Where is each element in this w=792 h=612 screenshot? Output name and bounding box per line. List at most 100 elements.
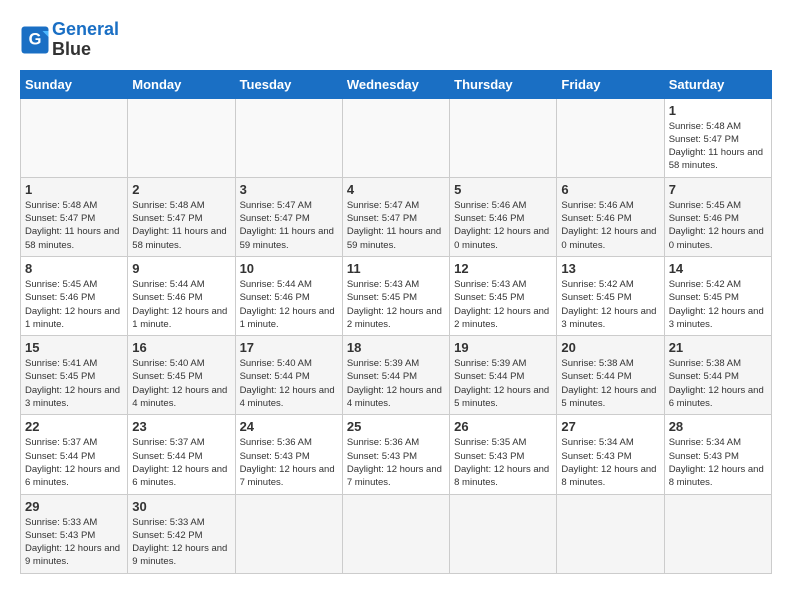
logo-icon: G: [20, 25, 50, 55]
header-saturday: Saturday: [664, 70, 771, 98]
day-info: Sunrise: 5:43 AM Sunset: 5:45 PM Dayligh…: [454, 278, 552, 331]
sunset-label: Sunset: 5:44 PM: [454, 371, 524, 382]
sunrise-label: Sunrise: 5:43 AM: [347, 279, 419, 290]
sunrise-label: Sunrise: 5:39 AM: [347, 358, 419, 369]
sunset-label: Sunset: 5:44 PM: [669, 371, 739, 382]
day-number: 14: [669, 261, 767, 276]
sunset-label: Sunset: 5:44 PM: [561, 371, 631, 382]
calendar-day-cell: 13 Sunrise: 5:42 AM Sunset: 5:45 PM Dayl…: [557, 256, 664, 335]
sunset-label: Sunset: 5:46 PM: [561, 213, 631, 224]
calendar-day-cell: [450, 494, 557, 573]
sunrise-label: Sunrise: 5:40 AM: [240, 358, 312, 369]
calendar-day-cell: [664, 494, 771, 573]
sunrise-label: Sunrise: 5:37 AM: [25, 437, 97, 448]
day-number: 8: [25, 261, 123, 276]
calendar-day-cell: 20 Sunrise: 5:38 AM Sunset: 5:44 PM Dayl…: [557, 336, 664, 415]
day-number: 30: [132, 499, 230, 514]
day-info: Sunrise: 5:47 AM Sunset: 5:47 PM Dayligh…: [347, 199, 445, 252]
day-number: 11: [347, 261, 445, 276]
calendar-day-cell: 6 Sunrise: 5:46 AM Sunset: 5:46 PM Dayli…: [557, 177, 664, 256]
header-sunday: Sunday: [21, 70, 128, 98]
logo-text: General Blue: [52, 20, 119, 60]
daylight-label: Daylight: 11 hours and 58 minutes.: [132, 226, 226, 250]
sunset-label: Sunset: 5:43 PM: [240, 451, 310, 462]
calendar-day-cell: 2 Sunrise: 5:48 AM Sunset: 5:47 PM Dayli…: [128, 177, 235, 256]
day-info: Sunrise: 5:48 AM Sunset: 5:47 PM Dayligh…: [669, 120, 767, 173]
daylight-label: Daylight: 12 hours and 7 minutes.: [347, 464, 442, 488]
day-number: 23: [132, 419, 230, 434]
day-number: 25: [347, 419, 445, 434]
day-info: Sunrise: 5:44 AM Sunset: 5:46 PM Dayligh…: [132, 278, 230, 331]
daylight-label: Daylight: 12 hours and 0 minutes.: [669, 226, 764, 250]
day-number: 16: [132, 340, 230, 355]
calendar-day-cell: 26 Sunrise: 5:35 AM Sunset: 5:43 PM Dayl…: [450, 415, 557, 494]
sunrise-label: Sunrise: 5:34 AM: [561, 437, 633, 448]
sunset-label: Sunset: 5:44 PM: [347, 371, 417, 382]
header-thursday: Thursday: [450, 70, 557, 98]
calendar-day-cell: [557, 494, 664, 573]
calendar-day-cell: [450, 98, 557, 177]
sunrise-label: Sunrise: 5:48 AM: [25, 200, 97, 211]
daylight-label: Daylight: 12 hours and 2 minutes.: [454, 306, 549, 330]
sunrise-label: Sunrise: 5:43 AM: [454, 279, 526, 290]
daylight-label: Daylight: 12 hours and 6 minutes.: [132, 464, 227, 488]
day-number: 3: [240, 182, 338, 197]
day-number: 24: [240, 419, 338, 434]
daylight-label: Daylight: 12 hours and 4 minutes.: [347, 385, 442, 409]
sunrise-label: Sunrise: 5:36 AM: [347, 437, 419, 448]
calendar-day-cell: 12 Sunrise: 5:43 AM Sunset: 5:45 PM Dayl…: [450, 256, 557, 335]
sunrise-label: Sunrise: 5:46 AM: [561, 200, 633, 211]
daylight-label: Daylight: 12 hours and 8 minutes.: [669, 464, 764, 488]
sunset-label: Sunset: 5:43 PM: [347, 451, 417, 462]
day-info: Sunrise: 5:45 AM Sunset: 5:46 PM Dayligh…: [669, 199, 767, 252]
daylight-label: Daylight: 12 hours and 7 minutes.: [240, 464, 335, 488]
daylight-label: Daylight: 11 hours and 58 minutes.: [25, 226, 119, 250]
header-tuesday: Tuesday: [235, 70, 342, 98]
day-info: Sunrise: 5:41 AM Sunset: 5:45 PM Dayligh…: [25, 357, 123, 410]
sunset-label: Sunset: 5:43 PM: [454, 451, 524, 462]
day-info: Sunrise: 5:43 AM Sunset: 5:45 PM Dayligh…: [347, 278, 445, 331]
day-number: 26: [454, 419, 552, 434]
calendar-week-row: 8 Sunrise: 5:45 AM Sunset: 5:46 PM Dayli…: [21, 256, 772, 335]
day-number: 1: [669, 103, 767, 118]
day-number: 4: [347, 182, 445, 197]
daylight-label: Daylight: 12 hours and 3 minutes.: [561, 306, 656, 330]
daylight-label: Daylight: 12 hours and 1 minute.: [25, 306, 120, 330]
sunrise-label: Sunrise: 5:47 AM: [240, 200, 312, 211]
sunrise-label: Sunrise: 5:33 AM: [132, 517, 204, 528]
calendar-day-cell: 16 Sunrise: 5:40 AM Sunset: 5:45 PM Dayl…: [128, 336, 235, 415]
day-info: Sunrise: 5:33 AM Sunset: 5:42 PM Dayligh…: [132, 516, 230, 569]
calendar-day-cell: [128, 98, 235, 177]
sunrise-label: Sunrise: 5:42 AM: [669, 279, 741, 290]
day-info: Sunrise: 5:34 AM Sunset: 5:43 PM Dayligh…: [669, 436, 767, 489]
sunrise-label: Sunrise: 5:38 AM: [561, 358, 633, 369]
sunrise-label: Sunrise: 5:45 AM: [669, 200, 741, 211]
sunrise-label: Sunrise: 5:37 AM: [132, 437, 204, 448]
day-number: 22: [25, 419, 123, 434]
day-number: 10: [240, 261, 338, 276]
daylight-label: Daylight: 12 hours and 3 minutes.: [669, 306, 764, 330]
calendar-day-cell: 5 Sunrise: 5:46 AM Sunset: 5:46 PM Dayli…: [450, 177, 557, 256]
calendar-day-cell: 27 Sunrise: 5:34 AM Sunset: 5:43 PM Dayl…: [557, 415, 664, 494]
daylight-label: Daylight: 11 hours and 59 minutes.: [347, 226, 441, 250]
sunrise-label: Sunrise: 5:38 AM: [669, 358, 741, 369]
sunrise-label: Sunrise: 5:35 AM: [454, 437, 526, 448]
daylight-label: Daylight: 12 hours and 8 minutes.: [454, 464, 549, 488]
sunrise-label: Sunrise: 5:48 AM: [132, 200, 204, 211]
day-info: Sunrise: 5:48 AM Sunset: 5:47 PM Dayligh…: [25, 199, 123, 252]
daylight-label: Daylight: 12 hours and 8 minutes.: [561, 464, 656, 488]
calendar-day-cell: 11 Sunrise: 5:43 AM Sunset: 5:45 PM Dayl…: [342, 256, 449, 335]
day-info: Sunrise: 5:40 AM Sunset: 5:45 PM Dayligh…: [132, 357, 230, 410]
day-info: Sunrise: 5:37 AM Sunset: 5:44 PM Dayligh…: [132, 436, 230, 489]
sunrise-label: Sunrise: 5:40 AM: [132, 358, 204, 369]
calendar-day-cell: 24 Sunrise: 5:36 AM Sunset: 5:43 PM Dayl…: [235, 415, 342, 494]
daylight-label: Daylight: 12 hours and 1 minute.: [132, 306, 227, 330]
sunset-label: Sunset: 5:45 PM: [347, 292, 417, 303]
sunrise-label: Sunrise: 5:48 AM: [669, 121, 741, 132]
daylight-label: Daylight: 12 hours and 9 minutes.: [25, 543, 120, 567]
calendar-header-row: Sunday Monday Tuesday Wednesday Thursday…: [21, 70, 772, 98]
day-info: Sunrise: 5:38 AM Sunset: 5:44 PM Dayligh…: [669, 357, 767, 410]
day-number: 19: [454, 340, 552, 355]
sunset-label: Sunset: 5:47 PM: [669, 134, 739, 145]
day-info: Sunrise: 5:40 AM Sunset: 5:44 PM Dayligh…: [240, 357, 338, 410]
